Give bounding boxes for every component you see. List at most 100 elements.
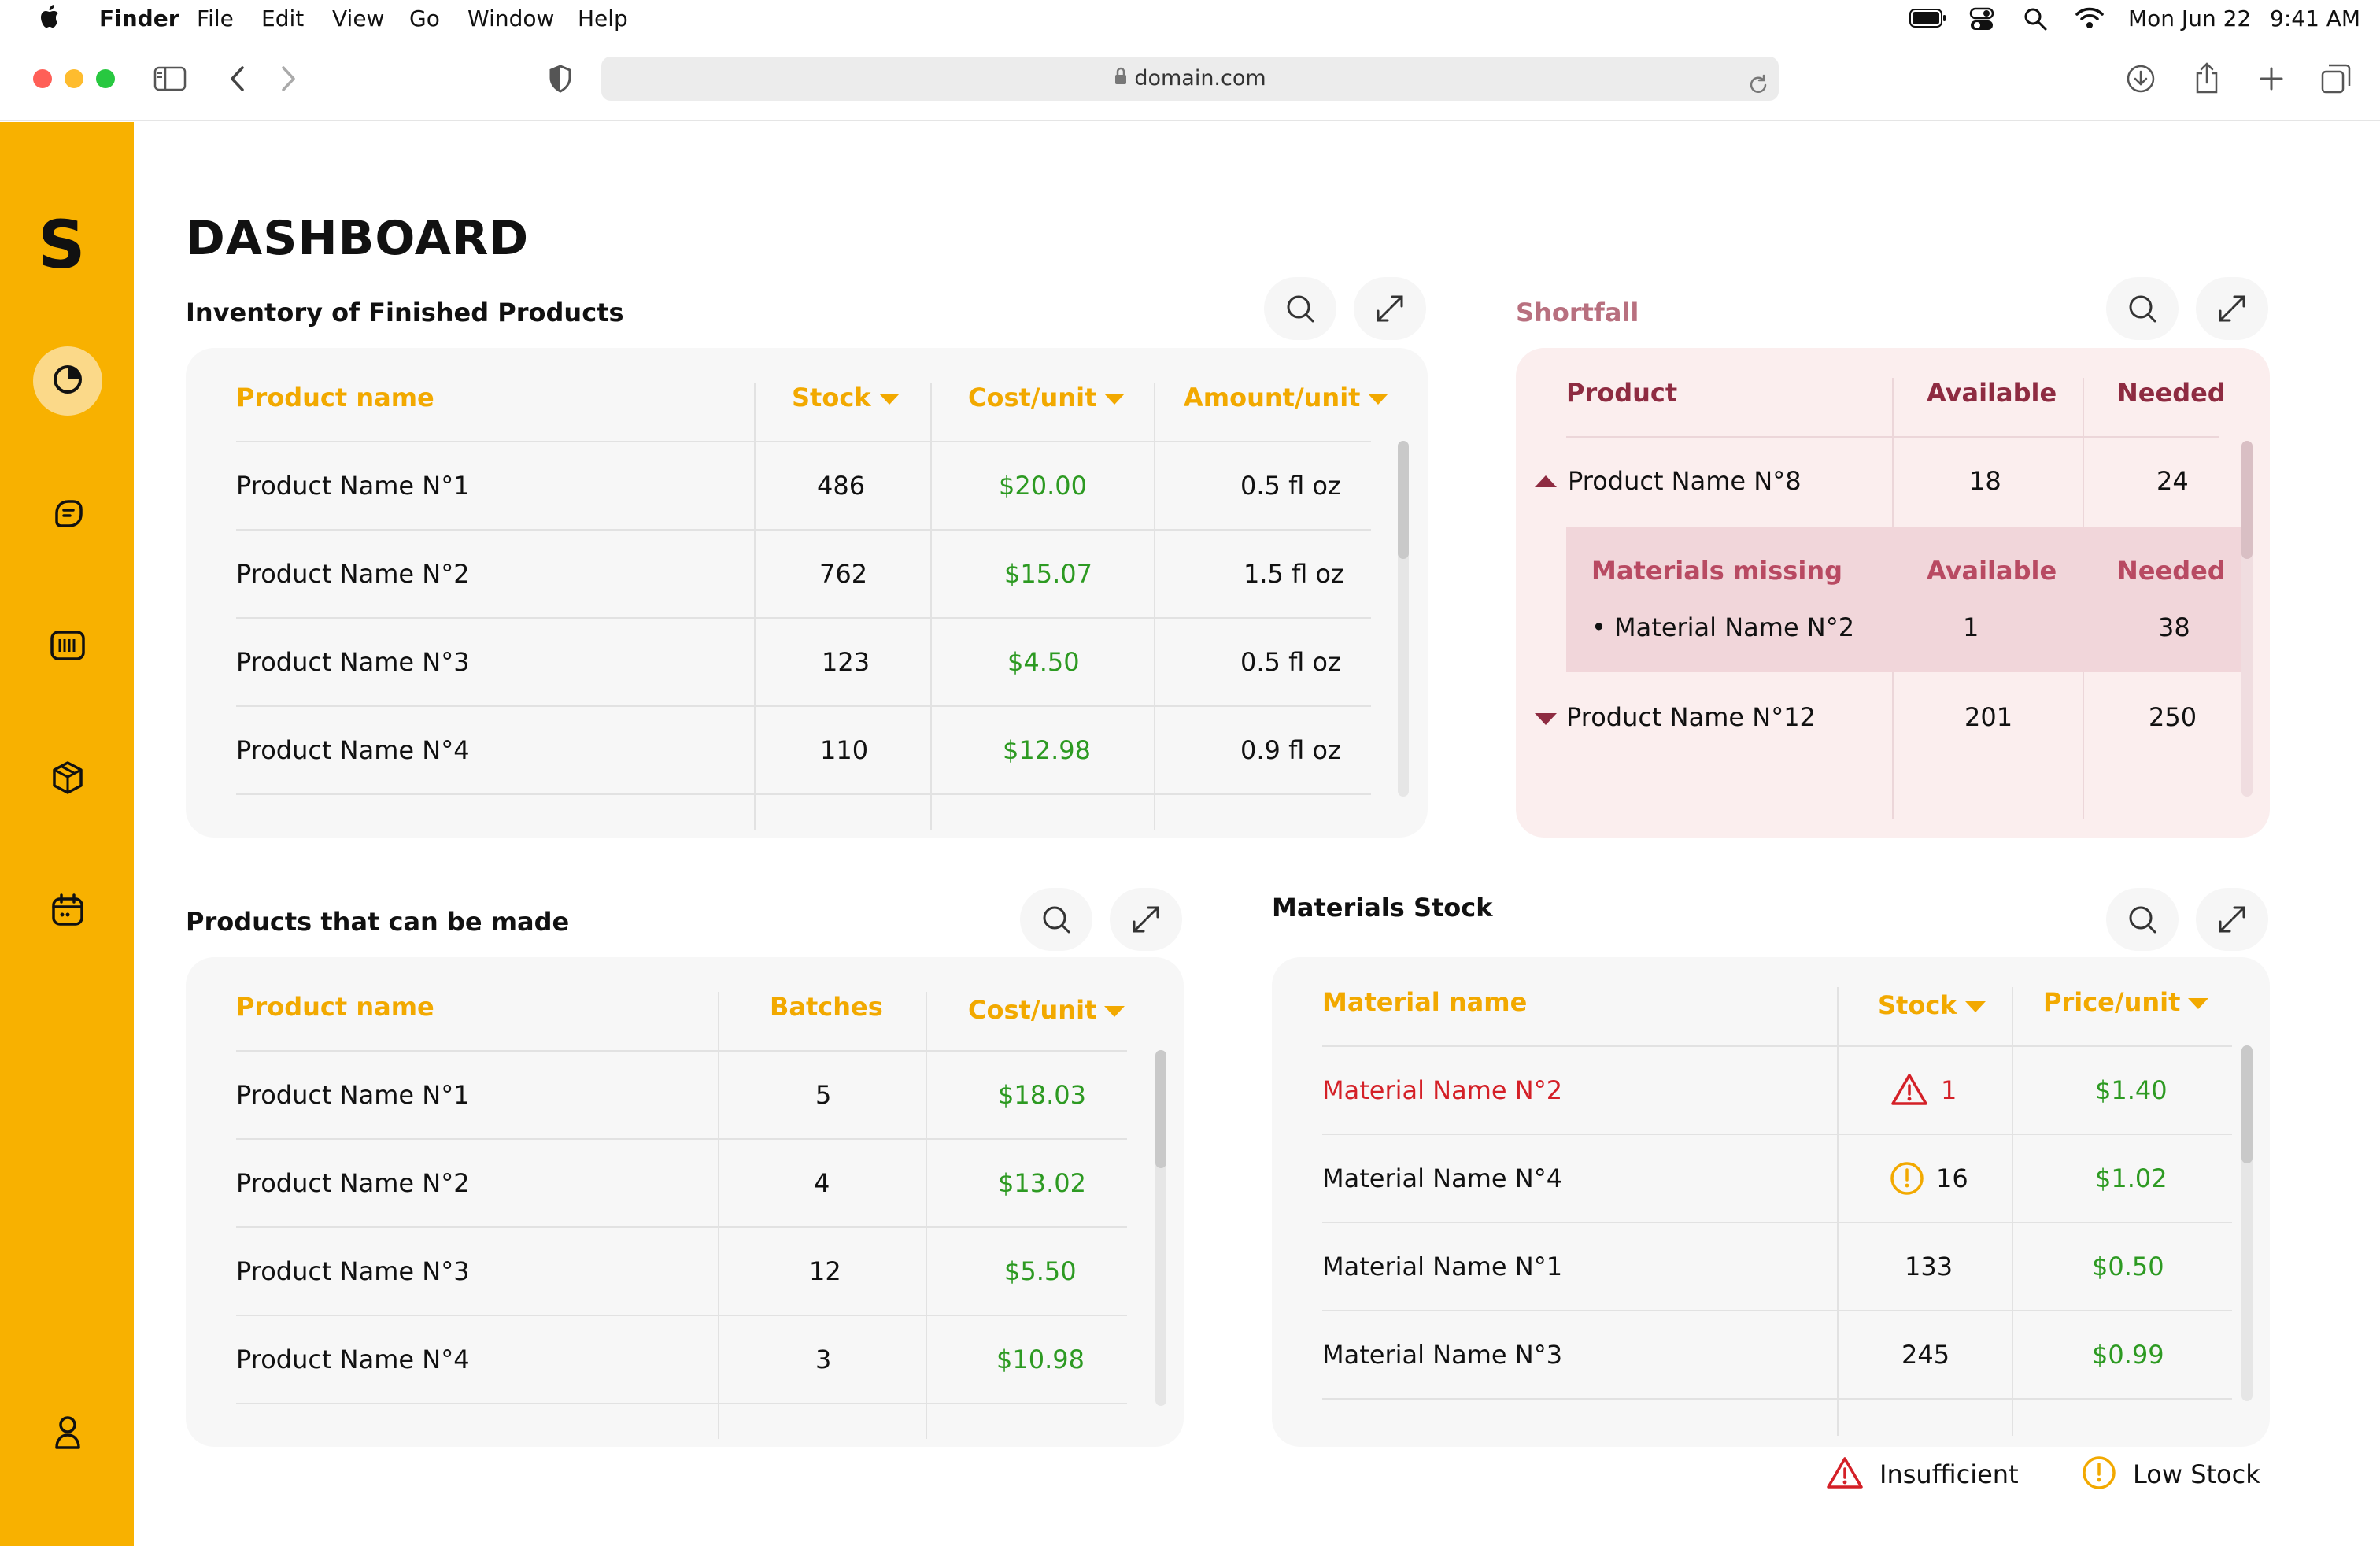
back-icon[interactable] xyxy=(220,61,255,96)
sidebar-item-materials[interactable] xyxy=(33,745,102,814)
reload-icon[interactable] xyxy=(1747,68,1769,112)
divider xyxy=(236,1226,1127,1228)
shortfall-search-button[interactable] xyxy=(2106,277,2179,340)
share-icon[interactable] xyxy=(2190,61,2224,96)
col-sub-available: Available xyxy=(1927,556,2057,586)
col-price-unit[interactable]: Price/unit xyxy=(2043,987,2209,1017)
inventory-search-button[interactable] xyxy=(1264,277,1336,340)
sidebar-item-production[interactable] xyxy=(33,612,102,682)
menu-view[interactable]: View xyxy=(332,6,384,31)
scrollbar[interactable] xyxy=(1398,441,1409,797)
warning-triangle-icon xyxy=(1890,1072,1928,1110)
makeable-search-button[interactable] xyxy=(1020,888,1092,951)
col-product[interactable]: Product xyxy=(1566,378,1677,408)
tab-overview-icon[interactable] xyxy=(2319,61,2353,96)
scrollbar-thumb[interactable] xyxy=(1155,1050,1166,1168)
user-icon xyxy=(52,1415,83,1454)
product-name: Product Name N°2 xyxy=(236,559,470,589)
menu-go[interactable]: Go xyxy=(409,6,440,31)
material-name: Material Name N°2 xyxy=(1322,1075,1563,1105)
col-stock-label: Stock xyxy=(792,383,871,412)
apple-icon[interactable] xyxy=(39,3,61,35)
download-icon[interactable] xyxy=(2123,61,2158,96)
needed-value: 250 xyxy=(2149,702,2197,732)
materials-search-button[interactable] xyxy=(2106,888,2179,951)
address-bar[interactable]: domain.com xyxy=(601,57,1779,101)
menubar-time[interactable]: 9:41 AM xyxy=(2270,6,2360,31)
warning-triangle-icon xyxy=(1826,1455,1864,1493)
close-window-button[interactable] xyxy=(33,69,52,88)
new-tab-icon[interactable] xyxy=(2254,61,2289,96)
scrollbar-thumb[interactable] xyxy=(2241,441,2252,559)
shortfall-table-card: Product Available Needed Product Name N°… xyxy=(1516,348,2270,838)
scrollbar-thumb[interactable] xyxy=(2241,1045,2252,1163)
materials-table-card: Material name Stock Price/unit Material … xyxy=(1272,957,2270,1447)
menubar-date[interactable]: Mon Jun 22 xyxy=(2128,6,2251,31)
menu-help[interactable]: Help xyxy=(578,6,628,31)
col-amount-unit[interactable]: Amount/unit xyxy=(1184,383,1389,412)
menu-window[interactable]: Window xyxy=(468,6,554,31)
divider xyxy=(236,617,1371,619)
col-cost-unit[interactable]: Cost/unit xyxy=(968,995,1125,1025)
privacy-shield-icon[interactable] xyxy=(543,61,578,96)
divider xyxy=(1322,1134,2232,1135)
col-batches[interactable]: Batches xyxy=(770,992,883,1022)
amount-value: 1.5 fl oz xyxy=(1244,559,1344,589)
amount-value: 0.5 fl oz xyxy=(1240,647,1341,677)
expand-icon xyxy=(2219,906,2245,933)
stock-value: 133 xyxy=(1905,1252,1953,1282)
col-cost-unit[interactable]: Cost/unit xyxy=(968,383,1125,412)
price-value: $1.02 xyxy=(2095,1163,2168,1193)
batches-value: 4 xyxy=(814,1168,830,1198)
search-icon xyxy=(1043,906,1070,934)
scrollbar-thumb[interactable] xyxy=(1398,441,1409,559)
search-icon[interactable] xyxy=(2023,6,2048,37)
divider xyxy=(1322,1222,2232,1223)
collapse-caret-icon[interactable] xyxy=(1535,475,1557,487)
forward-icon[interactable] xyxy=(271,61,305,96)
menu-edit[interactable]: Edit xyxy=(261,6,304,31)
sidebar-item-user[interactable] xyxy=(33,1400,102,1469)
control-center-icon[interactable] xyxy=(1969,6,1994,37)
inventory-table-card: Product name Stock Cost/unit Amount/unit… xyxy=(186,348,1428,838)
scrollbar[interactable] xyxy=(2241,1045,2252,1401)
minimize-window-button[interactable] xyxy=(65,69,83,88)
makeable-title: Products that can be made xyxy=(186,907,570,937)
cost-value: $15.07 xyxy=(1004,559,1092,589)
needed-value: 24 xyxy=(2156,466,2189,496)
inventory-expand-button[interactable] xyxy=(1354,277,1426,340)
price-value: $0.99 xyxy=(2092,1340,2164,1370)
scrollbar[interactable] xyxy=(1155,1050,1166,1406)
sidebar-item-calendar[interactable] xyxy=(33,877,102,946)
low-stock-icon xyxy=(1889,1160,1925,1200)
cost-value: $12.98 xyxy=(1003,735,1091,765)
makeable-expand-button[interactable] xyxy=(1110,888,1182,951)
col-material-name[interactable]: Material name xyxy=(1322,987,1527,1017)
col-product-name[interactable]: Product name xyxy=(236,992,434,1022)
zoom-window-button[interactable] xyxy=(96,69,115,88)
app-logo[interactable]: S xyxy=(38,206,86,283)
shortfall-expand-button[interactable] xyxy=(2196,277,2268,340)
app-name[interactable]: Finder xyxy=(99,6,179,31)
product-tag-icon xyxy=(50,496,85,534)
sidebar-item-products[interactable] xyxy=(33,480,102,549)
wifi-icon[interactable] xyxy=(2075,6,2105,35)
battery-icon[interactable] xyxy=(1909,8,1947,34)
expand-icon xyxy=(2219,295,2245,322)
product-name: Product Name N°1 xyxy=(236,471,470,501)
sidebar-toggle-icon[interactable] xyxy=(153,61,187,96)
product-name: Product Name N°12 xyxy=(1566,702,1816,732)
menu-file[interactable]: File xyxy=(197,6,234,31)
col-stock[interactable]: Stock xyxy=(1878,990,1986,1020)
sort-caret-icon xyxy=(1368,394,1389,405)
expand-caret-icon[interactable] xyxy=(1535,713,1557,725)
col-product-name[interactable]: Product name xyxy=(236,383,434,412)
page-title: DASHBOARD xyxy=(186,211,530,266)
materials-expand-button[interactable] xyxy=(2196,888,2268,951)
legend-insufficient-label: Insufficient xyxy=(1879,1459,2019,1489)
col-available[interactable]: Available xyxy=(1927,378,2057,408)
sidebar-item-dashboard[interactable] xyxy=(33,346,102,416)
col-needed[interactable]: Needed xyxy=(2117,378,2226,408)
col-stock[interactable]: Stock xyxy=(792,383,900,412)
scrollbar[interactable] xyxy=(2241,441,2252,797)
